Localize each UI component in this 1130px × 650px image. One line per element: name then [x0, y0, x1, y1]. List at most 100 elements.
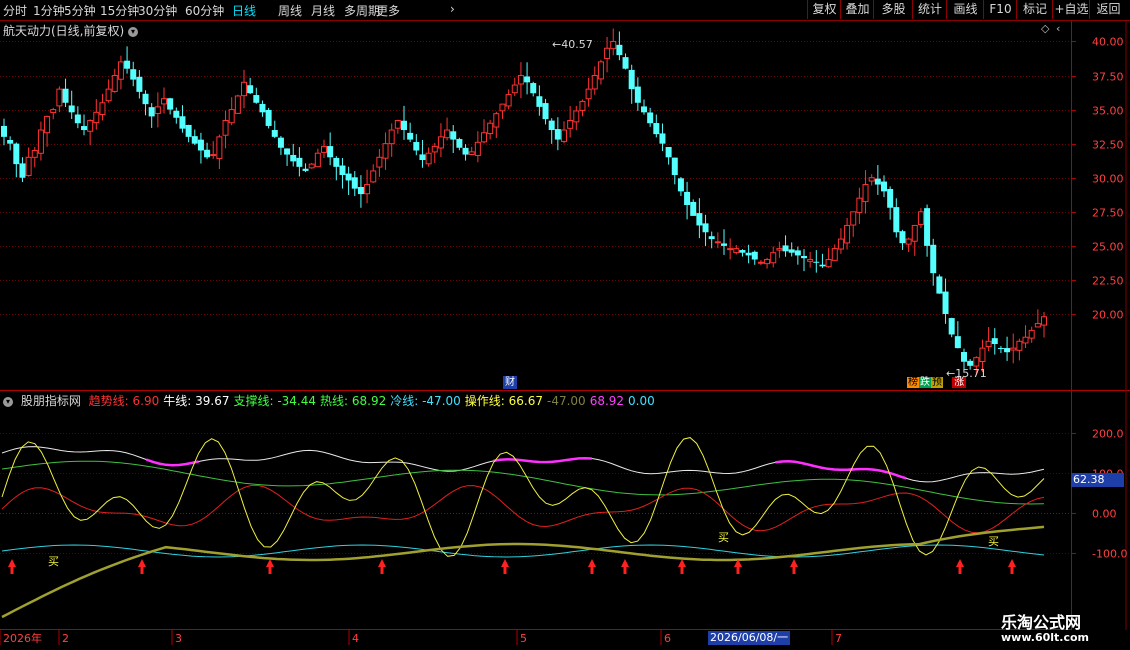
timeframe-tab[interactable]: 5分钟 [64, 2, 96, 19]
timeframe-tab[interactable]: 30分钟 [138, 2, 177, 19]
candle-body [924, 208, 931, 246]
candle-body [733, 248, 740, 254]
timeframe-tab[interactable]: 60分钟 [185, 2, 224, 19]
candle-body [167, 98, 174, 110]
buy-signal-label: 买 [988, 535, 999, 548]
candle-body [204, 149, 211, 158]
dropdown-chevron-icon[interactable]: ▾ [128, 26, 139, 37]
buy-signal-label: 买 [718, 531, 729, 544]
time-axis-label: 2 [62, 632, 69, 645]
candle-body [856, 197, 863, 213]
diamond-icon[interactable]: ◇ [1041, 22, 1049, 35]
candle-body [579, 100, 586, 111]
event-tag-die[interactable]: 跌 [919, 377, 931, 388]
candle-body [357, 186, 364, 195]
candle-body [19, 163, 26, 178]
candle-body [124, 60, 131, 69]
candle-body [370, 170, 377, 183]
candle-body [431, 145, 438, 153]
toolbar-button[interactable]: 叠加 [840, 0, 874, 19]
candle-body [548, 120, 555, 131]
price-tick-label: 22.50 [1092, 275, 1124, 288]
candle-body [93, 111, 100, 124]
hot-line-segment [493, 456, 592, 464]
event-tag-yu[interactable]: 预 [931, 377, 943, 388]
timeframe-tab[interactable]: 分时 [3, 2, 27, 19]
candle-body [284, 148, 291, 155]
price-tick-label: 37.50 [1092, 71, 1124, 84]
high-price-label: ←40.57 [552, 38, 593, 51]
event-tag-zhang[interactable]: 涨 [952, 377, 967, 388]
price-axis-labels: 40.00 37.50 35.00 32.50 30.00 27.50 25.00 22.50… [1092, 36, 1124, 322]
candle-body [985, 340, 992, 348]
toolbar-button[interactable]: 标记 [1016, 0, 1053, 19]
candle-body [542, 103, 549, 120]
indicator-value: 牛线: 39.67 [163, 394, 230, 408]
candle-body [511, 84, 518, 94]
indicator-extra-value: 0.00 [628, 394, 655, 408]
candle-body [456, 139, 463, 148]
candle-body [117, 61, 124, 80]
toolbar-button[interactable]: 统计 [912, 0, 947, 19]
candle-body [321, 145, 327, 153]
candle-body [874, 178, 881, 185]
buy-arrow-icon [138, 559, 146, 574]
indicator-value: 操作线: 66.67 [464, 394, 543, 408]
candle-body [136, 76, 143, 92]
timeframe-tab[interactable]: 月线 [311, 2, 335, 19]
candle-body [739, 250, 746, 253]
candle-body [376, 156, 383, 168]
time-axis-label: 6 [664, 632, 671, 645]
candle-body [499, 103, 506, 112]
price-tick-label: 32.50 [1092, 139, 1124, 152]
candle-body [850, 211, 857, 226]
event-tag-bang[interactable]: 榜 [907, 377, 919, 388]
more-chevron-icon[interactable]: › [450, 2, 455, 16]
toolbar-button[interactable]: 复权 [807, 0, 841, 19]
candle-body [253, 95, 260, 103]
candle-body [487, 122, 494, 135]
buy-arrow-icon [501, 559, 509, 574]
timeframe-tab[interactable]: 15分钟 [100, 2, 139, 19]
candle-body [1010, 347, 1017, 351]
indicator-axis-labels: 200.0100.00.00-100.0 [1092, 428, 1127, 561]
candle-body [241, 81, 247, 97]
toolbar-button[interactable]: 多股 [873, 0, 913, 19]
candle-body [862, 184, 869, 203]
candle-body [450, 131, 457, 140]
candle-body [105, 88, 112, 102]
indicator-lines: 买买买 [1, 437, 1045, 619]
candle-body [647, 112, 654, 124]
timeframe-tab[interactable]: 周线 [278, 2, 302, 19]
candlestick-series [1, 28, 1047, 374]
candle-body [764, 259, 771, 265]
candle-body [148, 107, 155, 117]
timeframe-tab[interactable]: 多周期 [344, 2, 380, 19]
candle-body [296, 157, 303, 167]
candle-body [942, 291, 949, 315]
price-tick-label: 30.00 [1092, 173, 1124, 186]
candle-body [745, 252, 752, 256]
timeframe-tab[interactable]: 1分钟 [33, 2, 65, 19]
indicator-menu-icon[interactable]: ▾ [3, 396, 13, 407]
timeframe-tab[interactable]: 日线 [232, 2, 256, 19]
candle-body [967, 360, 974, 366]
toolbar-button[interactable]: +自选 [1052, 0, 1090, 19]
candle-body [37, 129, 44, 154]
watermark-url: www.60lt.com [1001, 631, 1090, 644]
timeframe-tab[interactable]: 更多 [376, 2, 400, 19]
toolbar-button[interactable]: 画线 [946, 0, 984, 19]
indicator-grid [0, 433, 1076, 554]
candle-body [881, 181, 887, 192]
bull-line [1, 446, 1045, 483]
finance-marker[interactable]: 财 [503, 376, 517, 389]
candle-body [425, 152, 432, 165]
toolbar-button[interactable]: F10 [983, 0, 1017, 19]
collapse-chevron-icon[interactable]: ‹ [1056, 22, 1060, 35]
candle-body [327, 146, 334, 158]
hot-line-segment [840, 467, 907, 480]
candle-body [345, 173, 352, 181]
toolbar-button[interactable]: 返回 [1089, 0, 1127, 19]
candle-body [56, 88, 63, 107]
time-axis-label: 5 [520, 632, 527, 645]
